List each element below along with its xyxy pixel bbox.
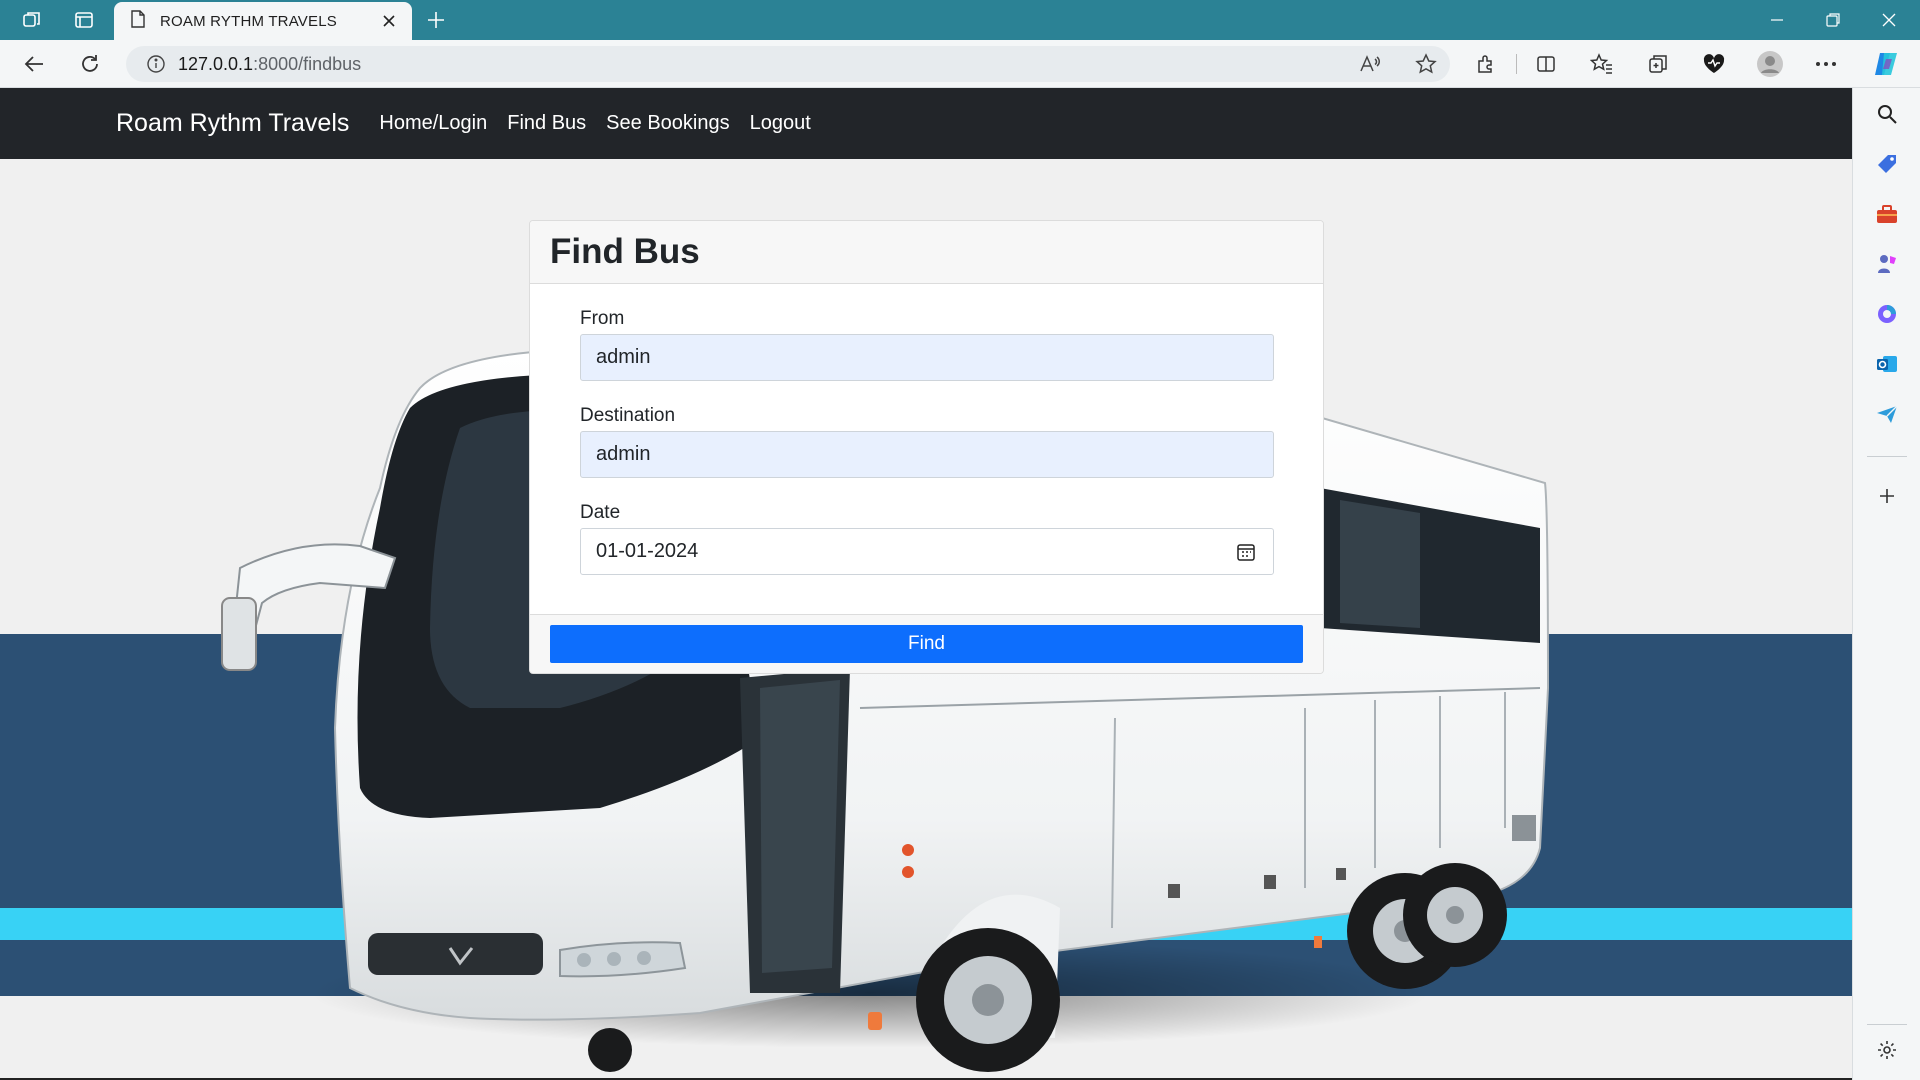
tab-actions-icon[interactable] xyxy=(68,4,100,36)
restore-icon[interactable] xyxy=(1806,0,1860,40)
shopping-tag-icon[interactable] xyxy=(1869,146,1905,182)
find-bus-form: From admin Destination admin Date 01-01-… xyxy=(530,284,1323,614)
destination-label: Destination xyxy=(580,405,676,426)
page-viewport: Roam Rythm Travels Home/Login Find Bus S… xyxy=(0,88,1852,1080)
site-navbar: Roam Rythm Travels Home/Login Find Bus S… xyxy=(0,88,1852,159)
nav-link-see-bookings[interactable]: See Bookings xyxy=(606,112,729,135)
minimize-icon[interactable] xyxy=(1750,0,1804,40)
browser-sidebar xyxy=(1852,88,1920,1080)
address-bar[interactable]: 127.0.0.1:8000/findbus xyxy=(126,46,1450,82)
settings-icon[interactable] xyxy=(1869,1032,1905,1068)
nav-link-home-login[interactable]: Home/Login xyxy=(379,112,487,135)
close-icon[interactable] xyxy=(378,10,400,32)
page-title: Find Bus xyxy=(550,232,700,271)
copilot-icon[interactable] xyxy=(1868,46,1904,82)
info-icon[interactable] xyxy=(138,46,174,82)
microsoft365-icon[interactable] xyxy=(1869,296,1905,332)
workspaces-icon[interactable] xyxy=(16,4,48,36)
search-icon[interactable] xyxy=(1869,96,1905,132)
active-tab[interactable]: ROAM RYTHM TRAVELS xyxy=(114,2,412,40)
from-label: From xyxy=(580,308,625,329)
profile-icon[interactable] xyxy=(1752,46,1788,82)
favorite-star-icon[interactable] xyxy=(1408,46,1444,82)
date-input[interactable]: 01-01-2024 xyxy=(580,528,1274,575)
read-aloud-icon[interactable] xyxy=(1352,46,1388,82)
toolbar-divider xyxy=(1516,54,1517,74)
favorites-icon[interactable] xyxy=(1584,46,1620,82)
send-icon[interactable] xyxy=(1869,396,1905,432)
date-label: Date xyxy=(580,502,621,523)
find-button[interactable]: Find xyxy=(550,625,1303,663)
nav-link-find-bus[interactable]: Find Bus xyxy=(507,112,586,135)
browser-toolbar: 127.0.0.1:8000/findbus xyxy=(0,40,1920,88)
add-icon[interactable] xyxy=(1869,478,1905,514)
sidebar-divider-bottom xyxy=(1867,1024,1907,1025)
collections-icon[interactable] xyxy=(1640,46,1676,82)
tab-title: ROAM RYTHM TRAVELS xyxy=(160,12,337,30)
more-icon[interactable] xyxy=(1808,46,1844,82)
browser-essentials-icon[interactable] xyxy=(1696,46,1732,82)
destination-input[interactable]: admin xyxy=(580,431,1274,478)
games-icon[interactable] xyxy=(1869,246,1905,282)
split-screen-icon[interactable] xyxy=(1528,46,1564,82)
browser-tab-bar: ROAM RYTHM TRAVELS xyxy=(0,0,1920,40)
url-host: 127.0.0.1 xyxy=(178,53,254,74)
refresh-icon[interactable] xyxy=(72,46,108,82)
outlook-icon[interactable] xyxy=(1869,346,1905,382)
date-value: 01-01-2024 xyxy=(596,540,699,562)
from-input[interactable]: admin xyxy=(580,334,1274,381)
plus-icon[interactable] xyxy=(420,4,452,36)
card-footer: Find xyxy=(530,614,1323,673)
url-path: :8000/findbus xyxy=(253,53,362,74)
calendar-icon[interactable] xyxy=(1235,541,1257,563)
card-header: Find Bus xyxy=(530,221,1323,284)
page-icon xyxy=(130,9,146,33)
extensions-icon[interactable] xyxy=(1468,46,1504,82)
brand-logo-text[interactable]: Roam Rythm Travels xyxy=(116,109,349,138)
nav-link-logout[interactable]: Logout xyxy=(750,112,811,135)
tools-icon[interactable] xyxy=(1869,196,1905,232)
back-icon[interactable] xyxy=(16,46,52,82)
sidebar-divider xyxy=(1867,456,1907,457)
find-bus-card: Find Bus From admin Destination admin Da… xyxy=(529,220,1324,674)
window-close-icon[interactable] xyxy=(1862,0,1916,40)
